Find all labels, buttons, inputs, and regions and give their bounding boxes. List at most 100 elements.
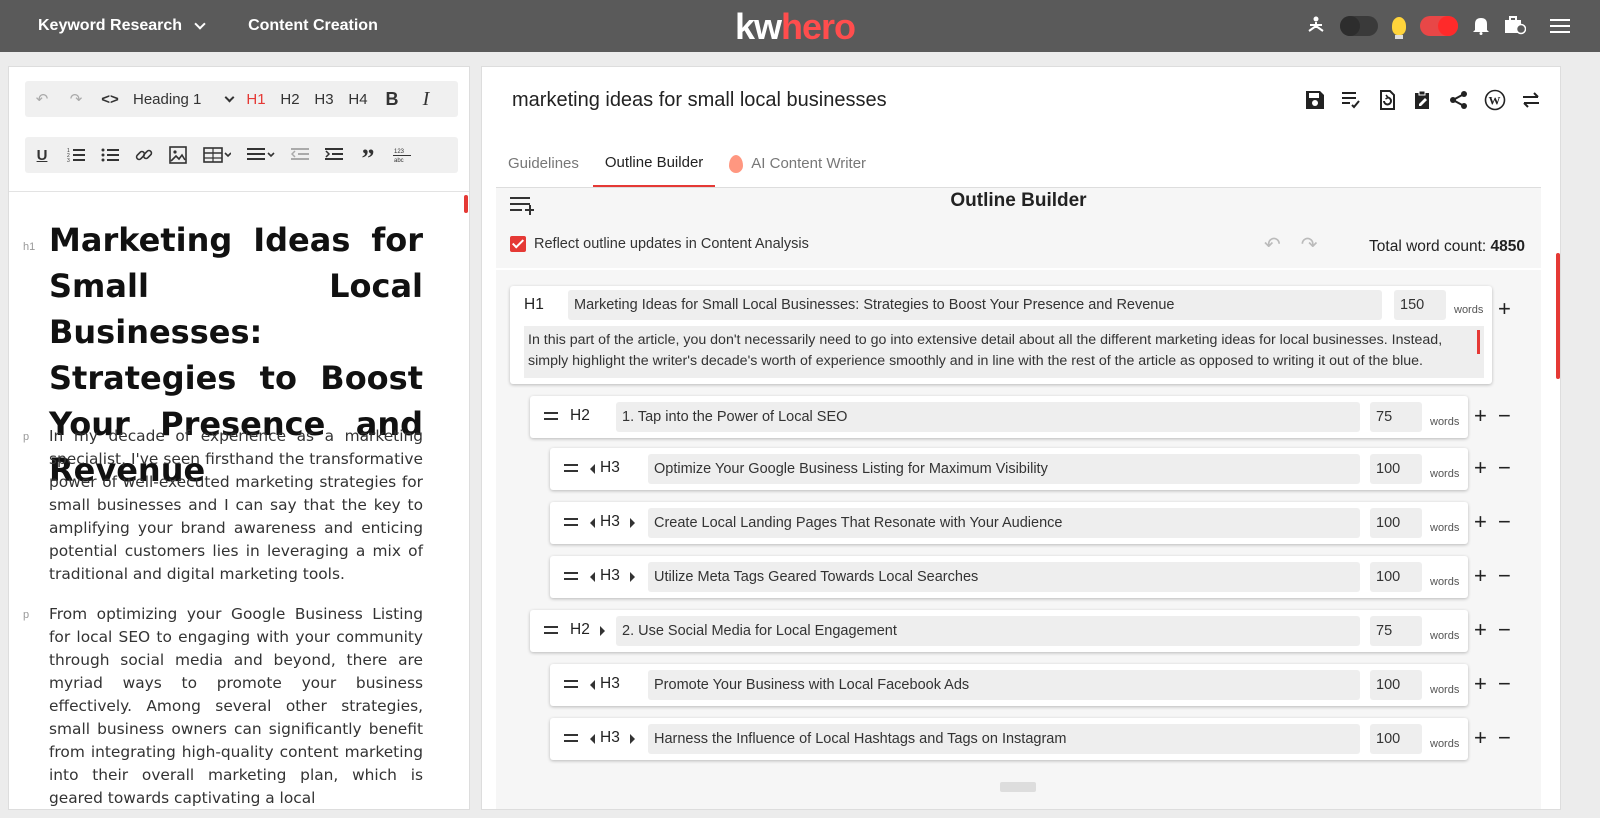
heading-text-input[interactable]: Harness the Influence of Local Hashtags … [648, 724, 1360, 754]
heading-text-input[interactable]: 2. Use Social Media for Local Engagement [616, 616, 1360, 646]
word-target-input[interactable]: 150 [1394, 290, 1446, 320]
section-description[interactable]: In this part of the article, you don't n… [524, 326, 1484, 378]
remove-section-button[interactable]: − [1498, 565, 1511, 587]
bullet-list-icon[interactable] [93, 137, 127, 173]
outline-scrollbar[interactable] [1556, 253, 1560, 379]
redo-icon[interactable]: ↷ [59, 81, 93, 117]
indent-arrow-icon[interactable] [600, 626, 605, 636]
heading-text-input[interactable]: Marketing Ideas for Small Local Business… [568, 290, 1382, 320]
add-section-button[interactable]: + [1474, 457, 1487, 479]
word-target-input[interactable]: 100 [1370, 508, 1422, 538]
word-target-input[interactable]: 100 [1370, 454, 1422, 484]
save-icon[interactable] [1304, 89, 1326, 111]
outdent-arrow-icon[interactable] [590, 734, 595, 744]
reflect-updates-option[interactable]: Reflect outline updates in Content Analy… [510, 236, 809, 252]
word-target-input[interactable]: 100 [1370, 724, 1422, 754]
hamburger-menu-icon[interactable] [1550, 19, 1570, 33]
drag-handle-icon[interactable] [544, 412, 558, 420]
heading-text-input[interactable]: Promote Your Business with Local Faceboo… [648, 670, 1360, 700]
editor-paragraph-1[interactable]: In my decade of experience as a marketin… [49, 425, 423, 586]
meditation-icon[interactable] [1306, 15, 1326, 38]
dark-mode-toggle[interactable] [1340, 16, 1378, 36]
tab-guidelines[interactable]: Guidelines [496, 141, 591, 187]
main-menu: Keyword Research Content Creation [0, 17, 378, 35]
indent-arrow-icon[interactable] [630, 734, 635, 744]
top-nav: Keyword Research Content Creation kwhero [0, 0, 1600, 52]
remove-section-button[interactable]: − [1498, 511, 1511, 533]
outdent-arrow-icon[interactable] [590, 518, 595, 528]
refresh-document-icon[interactable] [1376, 89, 1398, 111]
swap-icon[interactable] [1520, 89, 1542, 111]
heading-h2-button[interactable]: H2 [273, 81, 307, 117]
editor-paragraph-2[interactable]: From optimizing your Google Business Lis… [49, 603, 423, 809]
add-section-button[interactable]: + [1498, 298, 1511, 320]
ordered-list-icon[interactable]: 123 [59, 137, 93, 173]
italic-button[interactable]: I [409, 81, 443, 117]
table-icon[interactable] [195, 137, 239, 173]
add-section-button[interactable]: + [1474, 673, 1487, 695]
word-target-input[interactable]: 100 [1370, 562, 1422, 592]
heading-select[interactable]: Heading 1 [127, 91, 239, 108]
add-section-button[interactable]: + [1474, 619, 1487, 641]
indent-icon[interactable] [317, 137, 351, 173]
add-section-button[interactable]: + [1474, 727, 1487, 749]
heading-text-input[interactable]: Create Local Landing Pages That Resonate… [648, 508, 1360, 538]
heading-text-input[interactable]: 1. Tap into the Power of Local SEO [616, 402, 1360, 432]
code-view-icon[interactable]: <> [93, 81, 127, 117]
kwhero-logo[interactable]: kwhero [735, 6, 856, 48]
drag-handle-icon[interactable] [564, 734, 578, 742]
remove-section-button[interactable]: − [1498, 619, 1511, 641]
add-section-button[interactable]: + [1474, 565, 1487, 587]
remove-section-button[interactable]: − [1498, 457, 1511, 479]
tab-ai-content-writer[interactable]: AI Content Writer [717, 141, 878, 187]
heading-text-input[interactable]: Optimize Your Google Business Listing fo… [648, 454, 1360, 484]
drag-handle-icon[interactable] [564, 680, 578, 688]
word-target-input[interactable]: 75 [1370, 402, 1422, 432]
word-target-input[interactable]: 75 [1370, 616, 1422, 646]
word-target-input[interactable]: 100 [1370, 670, 1422, 700]
drag-handle-icon[interactable] [544, 626, 558, 634]
clipboard-edit-icon[interactable] [1412, 89, 1434, 111]
special-characters-icon[interactable]: 123 abc [385, 137, 419, 173]
add-section-button[interactable]: + [1474, 405, 1487, 427]
underline-icon[interactable]: U [25, 137, 59, 173]
wordpress-icon[interactable]: W [1484, 89, 1506, 111]
remove-section-button[interactable]: − [1498, 727, 1511, 749]
outdent-arrow-icon[interactable] [590, 680, 595, 690]
add-section-button[interactable]: + [1474, 511, 1487, 533]
remove-section-button[interactable]: − [1498, 673, 1511, 695]
outdent-icon[interactable] [283, 137, 317, 173]
heading-h3-button[interactable]: H3 [307, 81, 341, 117]
editor-scrollbar[interactable] [464, 195, 468, 213]
drag-handle-icon[interactable] [564, 518, 578, 526]
keyword-research-menu[interactable]: Keyword Research [38, 17, 206, 35]
link-icon[interactable] [127, 137, 161, 173]
remove-section-button[interactable]: − [1498, 405, 1511, 427]
undo-icon[interactable]: ↶ [1264, 232, 1281, 257]
content-creation-menu[interactable]: Content Creation [248, 17, 378, 35]
tips-toggle[interactable] [1420, 16, 1458, 36]
share-icon[interactable] [1448, 89, 1470, 111]
checklist-icon[interactable] [1340, 89, 1362, 111]
redo-icon[interactable]: ↷ [1301, 232, 1318, 257]
indent-arrow-icon[interactable] [630, 518, 635, 528]
image-icon[interactable] [161, 137, 195, 173]
outdent-arrow-icon[interactable] [590, 464, 595, 474]
align-icon[interactable] [239, 137, 283, 173]
lightbulb-icon[interactable] [1392, 17, 1406, 39]
heading-h1-button[interactable]: H1 [239, 81, 273, 117]
drag-handle-icon[interactable] [564, 464, 578, 472]
heading-h4-button[interactable]: H4 [341, 81, 375, 117]
undo-icon[interactable]: ↶ [25, 81, 59, 117]
description-scrollbar[interactable] [1477, 330, 1480, 354]
drag-handle-icon[interactable] [564, 572, 578, 580]
reflect-updates-checkbox[interactable] [510, 236, 526, 252]
briefcase-clock-icon[interactable] [1504, 15, 1527, 38]
heading-text-input[interactable]: Utilize Meta Tags Geared Towards Local S… [648, 562, 1360, 592]
blockquote-icon[interactable]: ” [351, 137, 385, 173]
indent-arrow-icon[interactable] [630, 572, 635, 582]
outdent-arrow-icon[interactable] [590, 572, 595, 582]
bell-icon[interactable] [1472, 15, 1490, 38]
tab-outline-builder[interactable]: Outline Builder [592, 141, 716, 187]
bold-button[interactable]: B [375, 81, 409, 117]
